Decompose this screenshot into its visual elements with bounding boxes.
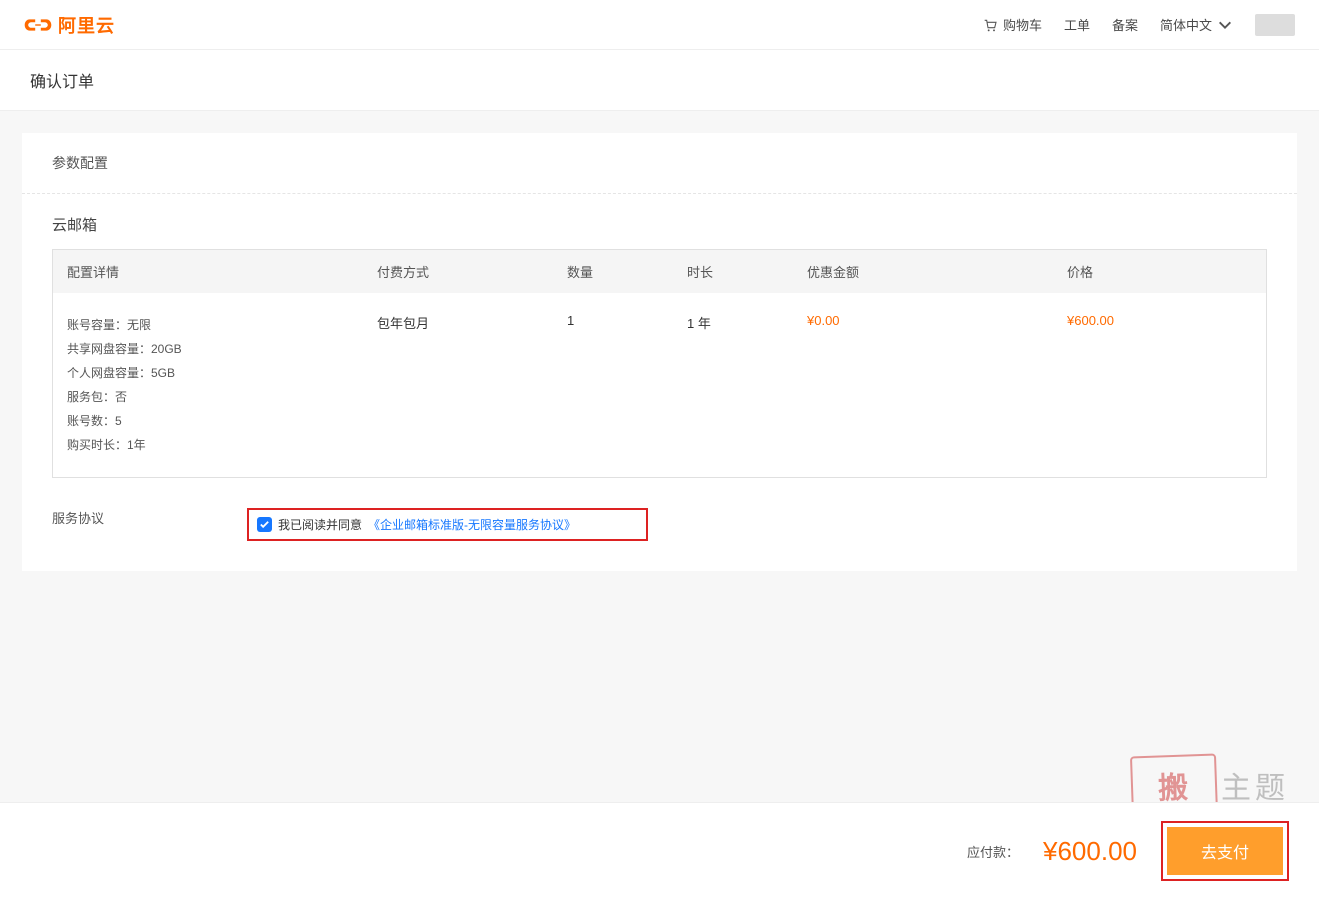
page-title: 确认订单 xyxy=(0,50,1319,111)
table-header-row: 配置详情 付费方式 数量 时长 优惠金额 价格 xyxy=(53,250,1266,293)
cell-config: 账号容量：无限 共享网盘容量：20GB 个人网盘容量：5GB 服务包：否 账号数… xyxy=(67,313,377,457)
agreement-row: 服务协议 我已阅读并同意 《企业邮箱标准版-无限容量服务协议》 xyxy=(22,478,1297,541)
pay-button-highlight: 去支付 xyxy=(1161,821,1289,881)
nav-ticket[interactable]: 工单 xyxy=(1064,15,1090,34)
brand-name: 阿里云 xyxy=(58,12,115,38)
th-config: 配置详情 xyxy=(67,262,377,281)
cfg-line: 个人网盘容量：5GB xyxy=(67,361,377,385)
th-dur: 时长 xyxy=(687,262,807,281)
nav-cart[interactable]: 购物车 xyxy=(982,15,1042,34)
agreement-checkbox[interactable] xyxy=(257,517,272,532)
card-config-head: 参数配置 xyxy=(22,133,1297,194)
cart-icon xyxy=(982,17,998,33)
th-disc: 优惠金额 xyxy=(807,262,1067,281)
cell-price: ¥600.00 xyxy=(1067,313,1252,328)
nav-beian[interactable]: 备案 xyxy=(1112,15,1138,34)
cell-pay: 包年包月 xyxy=(377,313,567,332)
brand-logo[interactable]: 阿里云 xyxy=(24,12,115,38)
cfg-line: 共享网盘容量：20GB xyxy=(67,337,377,361)
agreement-link[interactable]: 《企业邮箱标准版-无限容量服务协议》 xyxy=(368,516,576,533)
watermark-text: 主题 xyxy=(1221,763,1289,807)
table-row: 账号容量：无限 共享网盘容量：20GB 个人网盘容量：5GB 服务包：否 账号数… xyxy=(53,293,1266,477)
cfg-line: 服务包：否 xyxy=(67,385,377,409)
footer-bar: 应付款： ¥600.00 去支付 xyxy=(0,802,1319,899)
agreement-label: 服务协议 xyxy=(52,508,247,527)
top-navbar: 阿里云 购物车 工单 备案 简体中文 xyxy=(0,0,1319,50)
nav-avatar[interactable] xyxy=(1255,14,1295,36)
nav-cart-label: 购物车 xyxy=(1003,15,1042,34)
order-card: 参数配置 云邮箱 配置详情 付费方式 数量 时长 优惠金额 价格 账号容量：无限… xyxy=(22,133,1297,571)
cfg-line: 购买时长：1年 xyxy=(67,433,377,457)
th-pay: 付费方式 xyxy=(377,262,567,281)
cell-qty: 1 xyxy=(567,313,687,328)
cell-dur: 1 年 xyxy=(687,313,807,332)
due-label: 应付款： xyxy=(967,842,1019,861)
nav-language-label: 简体中文 xyxy=(1160,15,1212,34)
order-table: 配置详情 付费方式 数量 时长 优惠金额 价格 账号容量：无限 共享网盘容量：2… xyxy=(52,249,1267,478)
cfg-line: 账号数：5 xyxy=(67,409,377,433)
due-price: ¥600.00 xyxy=(1043,836,1137,867)
product-section-title: 云邮箱 xyxy=(52,214,1267,235)
chevron-down-icon xyxy=(1217,17,1233,33)
agreement-box: 我已阅读并同意 《企业邮箱标准版-无限容量服务协议》 xyxy=(247,508,648,541)
aliyun-logo-icon xyxy=(24,15,52,35)
th-qty: 数量 xyxy=(567,262,687,281)
agreement-prefix: 我已阅读并同意 xyxy=(278,516,362,533)
cfg-line: 账号容量：无限 xyxy=(67,313,377,337)
cell-discount: ¥0.00 xyxy=(807,313,1067,328)
nav-language[interactable]: 简体中文 xyxy=(1160,15,1233,34)
check-icon xyxy=(259,519,270,530)
pay-button[interactable]: 去支付 xyxy=(1167,827,1283,875)
th-price: 价格 xyxy=(1067,262,1252,281)
